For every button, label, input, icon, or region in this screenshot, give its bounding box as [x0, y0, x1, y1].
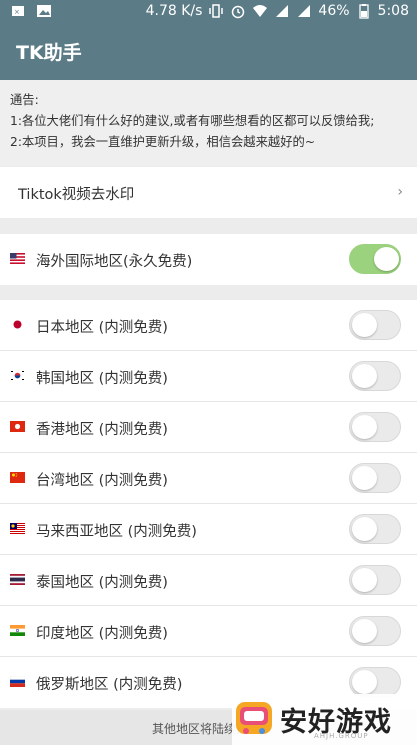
notice-panel: 通告: 1:各位大佬们有什么好的建议,或者有哪些想看的区都可以反馈给我; 2:本…	[0, 80, 417, 166]
vibrate-icon	[209, 4, 224, 18]
toggle-knob	[352, 619, 377, 643]
korea-flag-icon	[10, 370, 25, 381]
alarm-icon	[232, 5, 245, 19]
site-watermark: 安好游戏 AHJH.GROUP	[232, 694, 417, 745]
toggle-knob	[352, 364, 377, 388]
notice-heading: 通告:	[10, 93, 39, 107]
region-label: 俄罗斯地区 (内测免费)	[36, 677, 183, 693]
network-speed: 4.78 K/s	[145, 3, 203, 19]
japan-flag-icon	[10, 319, 25, 330]
watermark-subtitle: AHJH.GROUP	[314, 732, 369, 740]
region-toggle-india[interactable]	[349, 616, 401, 646]
region-row-taiwan: 台湾地区 (内测免费)	[0, 453, 417, 504]
region-toggle-russia[interactable]	[349, 667, 401, 697]
region-row-india: 印度地区 (内测免费)	[0, 606, 417, 657]
region-row-korea: 韩国地区 (内测免费)	[0, 351, 417, 402]
region-label: 台湾地区 (内测免费)	[36, 473, 168, 489]
region-toggle-taiwan[interactable]	[349, 463, 401, 493]
hongkong-flag-icon	[10, 421, 25, 432]
usa-flag-icon	[10, 253, 25, 264]
thailand-flag-icon	[10, 574, 25, 585]
region-list: 日本地区 (内测免费) 韩国地区 (内测免费) 香港地区 (内测免费) 台湾地区…	[0, 300, 417, 708]
region-row-overseas: 海外国际地区(永久免费)	[0, 234, 417, 285]
chevron-right-icon: ›	[397, 184, 403, 200]
region-label: 印度地区 (内测免费)	[36, 626, 168, 642]
tiktok-watermark-removal-row[interactable]: Tiktok视频去水印 ›	[0, 167, 417, 218]
wifi-icon	[253, 5, 268, 17]
signal-icon	[298, 5, 311, 17]
region-toggle-korea[interactable]	[349, 361, 401, 391]
malaysia-flag-icon	[10, 523, 25, 534]
notice-line: 1:各位大佬们有什么好的建议,或者有哪些想看的区都可以反馈给我;	[10, 114, 375, 128]
region-toggle-malaysia[interactable]	[349, 514, 401, 544]
overseas-toggle[interactable]	[349, 244, 401, 274]
battery-percent: 46%	[318, 3, 350, 19]
region-toggle-hongkong[interactable]	[349, 412, 401, 442]
toggle-knob	[352, 568, 377, 592]
india-flag-icon	[10, 625, 25, 636]
toggle-knob	[352, 670, 377, 694]
region-label: 日本地区 (内测免费)	[36, 320, 168, 336]
app-bar: TK助手	[0, 24, 417, 80]
sim-icon: ×	[12, 6, 24, 16]
overseas-label: 海外国际地区(永久免费)	[36, 254, 193, 270]
gamepad-logo-icon	[236, 702, 272, 734]
toggle-knob	[352, 517, 377, 541]
russia-flag-icon	[10, 676, 25, 687]
region-row-thailand: 泰国地区 (内测免费)	[0, 555, 417, 606]
region-row-japan: 日本地区 (内测免费)	[0, 300, 417, 351]
region-label: 泰国地区 (内测免费)	[36, 575, 168, 591]
app-title: TK助手	[16, 42, 82, 64]
china-flag-icon	[10, 472, 25, 483]
toggle-knob	[352, 313, 377, 337]
region-toggle-japan[interactable]	[349, 310, 401, 340]
toggle-knob	[374, 247, 399, 271]
region-toggle-thailand[interactable]	[349, 565, 401, 595]
region-label: 香港地区 (内测免费)	[36, 422, 168, 438]
battery-icon	[358, 4, 369, 19]
svg-text:×: ×	[14, 8, 20, 16]
toggle-knob	[352, 466, 377, 490]
notice-line: 2:本项目，我会一直维护更新升级，相信会越来越好的~	[10, 135, 316, 149]
image-icon	[37, 5, 51, 17]
tiktok-watermark-label: Tiktok视频去水印	[18, 187, 135, 203]
signal-icon	[276, 5, 289, 17]
status-bar: × 4.78 K/s 46% 5:08	[0, 0, 417, 24]
region-row-malaysia: 马来西亚地区 (内测免费)	[0, 504, 417, 555]
toggle-knob	[352, 415, 377, 439]
region-label: 马来西亚地区 (内测免费)	[36, 524, 197, 540]
region-row-hongkong: 香港地区 (内测免费)	[0, 402, 417, 453]
clock: 5:08	[377, 3, 409, 19]
region-label: 韩国地区 (内测免费)	[36, 371, 168, 387]
